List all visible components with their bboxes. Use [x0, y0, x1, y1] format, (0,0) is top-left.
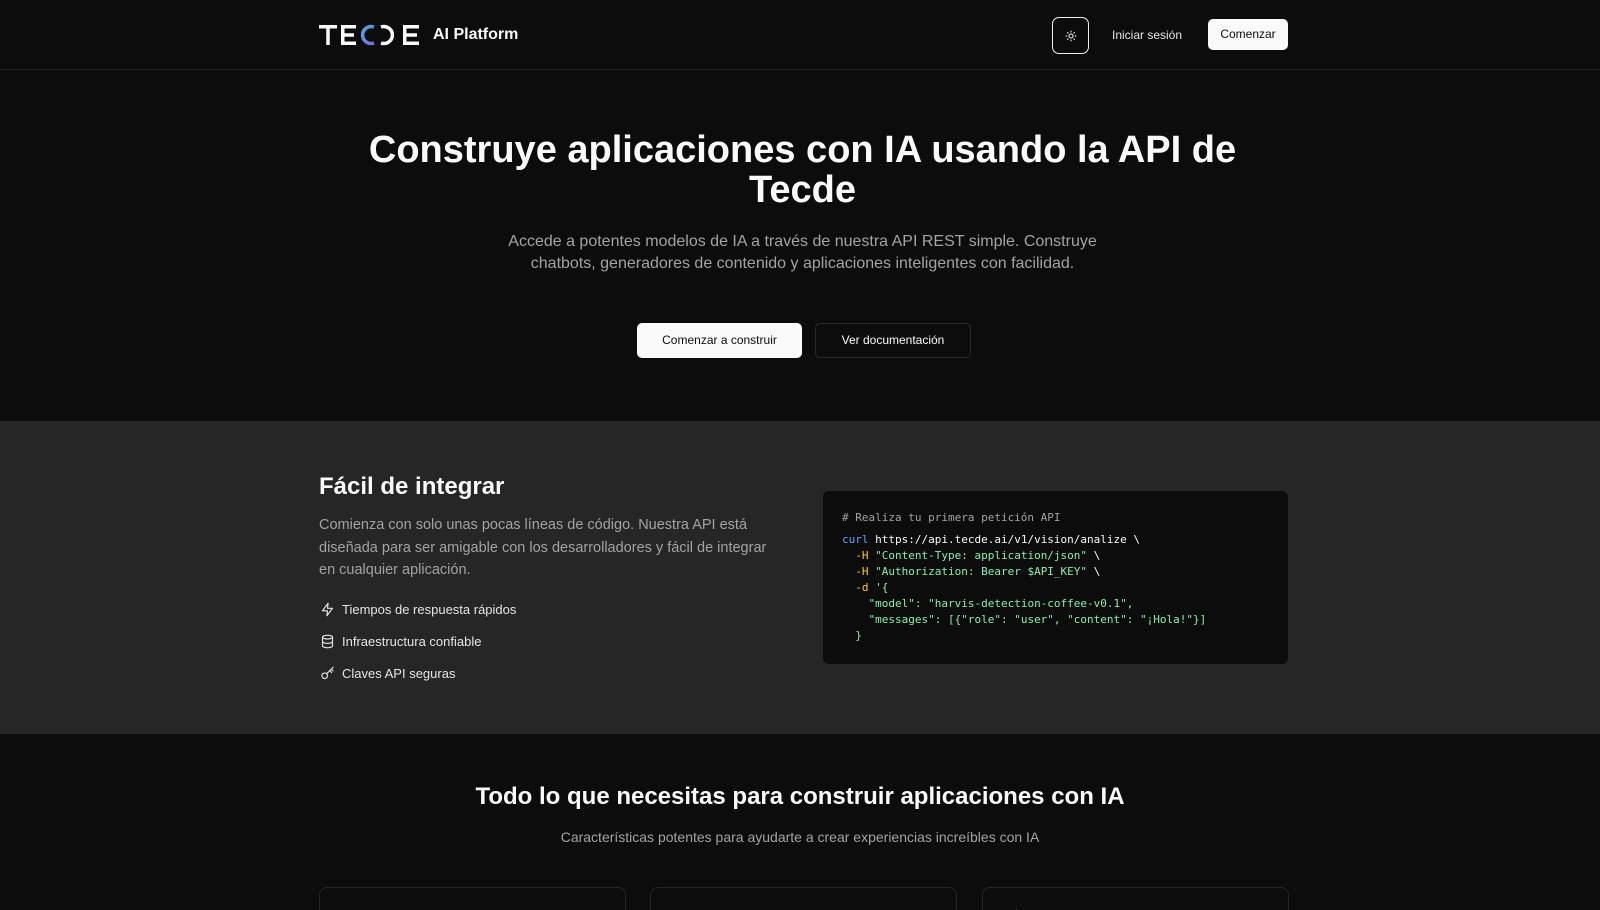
code-comment: # Realiza tu primera petición API	[842, 511, 1061, 524]
code-command: curl	[842, 533, 869, 546]
integrate-title: Fácil de integrar	[319, 473, 505, 500]
feature-label: Infraestructura confiable	[342, 633, 482, 649]
top-nav: AI Platform Iniciar sesión Comenzar	[0, 0, 1600, 70]
code-snippet: # Realiza tu primera petición API curl ht…	[823, 491, 1288, 664]
lightning-icon	[1015, 909, 1017, 910]
theme-toggle-button[interactable]	[1052, 17, 1089, 54]
key-icon	[319, 665, 335, 681]
features-subtitle: Características potentes para ayudarte a…	[560, 829, 1040, 845]
tecde-logo[interactable]	[319, 20, 421, 50]
start-button[interactable]: Comenzar	[1208, 19, 1288, 50]
feature-item: Claves API seguras	[319, 665, 455, 681]
feature-item: Infraestructura confiable	[319, 633, 481, 649]
feature-card	[319, 887, 626, 910]
hero-subtitle: Accede a potentes modelos de IA a través…	[508, 233, 1097, 272]
database-icon	[319, 633, 335, 649]
tecde-logo-mark	[319, 24, 419, 46]
integrate-section: Fácil de integrar Comienza con solo unas…	[0, 421, 1600, 734]
start-building-button[interactable]: Comenzar a construir	[637, 323, 802, 358]
feature-card	[982, 887, 1289, 910]
sun-icon	[1065, 30, 1076, 41]
lightning-icon	[319, 601, 335, 617]
brand-subtitle: AI Platform	[433, 26, 519, 43]
code-url: https://api.tecde.ai/v1/vision/analize	[875, 533, 1127, 546]
features-title: Todo lo que necesitas para construir apl…	[475, 783, 1125, 810]
login-link[interactable]: Iniciar sesión	[1105, 25, 1189, 45]
feature-card	[650, 887, 957, 910]
circle-icon	[667, 906, 697, 910]
feature-label: Claves API seguras	[342, 665, 456, 681]
integrate-description: Comienza con solo unas pocas líneas de c…	[319, 517, 767, 578]
view-docs-button[interactable]: Ver documentación	[815, 323, 971, 358]
feature-item: Tiempos de respuesta rápidos	[319, 601, 516, 617]
brand[interactable]: AI Platform	[319, 20, 518, 50]
hero-title: Construye aplicaciones con IA usando la …	[368, 129, 1237, 211]
feature-label: Tiempos de respuesta rápidos	[342, 601, 517, 617]
